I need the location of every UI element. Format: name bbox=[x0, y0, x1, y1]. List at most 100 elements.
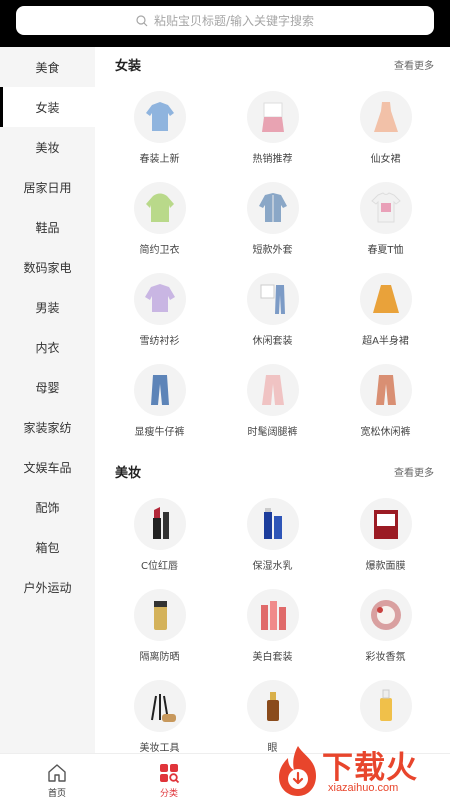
sidebar-item-label: 居家日用 bbox=[23, 180, 72, 195]
subcategory-label: 仙女裙 bbox=[370, 154, 401, 165]
tab-category-label: 分类 bbox=[159, 789, 178, 799]
category-section: 女装 查看更多 春装上新 热销推荐 仙女裙 简约卫衣 短款外套 春夏T恤 雪纺衬… bbox=[95, 47, 450, 446]
search-icon bbox=[136, 14, 148, 26]
sidebar-item[interactable]: 数码家电 bbox=[0, 247, 95, 287]
sidebar-item[interactable]: 文娱车品 bbox=[0, 447, 95, 487]
tshirt-icon bbox=[359, 182, 412, 234]
sidebar-item[interactable]: 家装家纺 bbox=[0, 407, 95, 447]
section-header: 美妆 查看更多 bbox=[95, 454, 450, 489]
sidebar-item[interactable]: 鞋品 bbox=[0, 207, 95, 247]
subcategory-item[interactable]: 超A半身裙 bbox=[329, 264, 442, 355]
sidebar-item-label: 母婴 bbox=[35, 380, 60, 395]
blouse-icon bbox=[133, 91, 186, 143]
sidebar-item[interactable]: 箱包 bbox=[0, 527, 95, 567]
palette-icon bbox=[359, 589, 412, 641]
subcategory-item[interactable]: 显瘦牛仔裤 bbox=[103, 355, 216, 446]
sidebar-item-label: 配饰 bbox=[35, 500, 60, 515]
sidebar-item-label: 鞋品 bbox=[35, 220, 60, 235]
sidebar-item-label: 户外运动 bbox=[23, 580, 72, 595]
chiffon-shirt-icon bbox=[133, 273, 186, 325]
wide-pants-icon bbox=[246, 364, 299, 416]
subcategory-item[interactable]: 休闲套装 bbox=[216, 264, 329, 355]
subcategory-label: 美白套装 bbox=[252, 652, 293, 663]
lotion-icon bbox=[246, 498, 299, 550]
subcategory-item[interactable]: 热销推荐 bbox=[216, 82, 329, 173]
sidebar-item[interactable]: 户外运动 bbox=[0, 567, 95, 607]
sidebar-item[interactable]: 配饰 bbox=[0, 487, 95, 527]
subcategory-label: 雪纺衬衫 bbox=[139, 336, 180, 347]
face-mask-icon bbox=[359, 498, 412, 550]
sidebar-item-label: 文娱车品 bbox=[23, 460, 72, 475]
tab-category[interactable]: 分类 bbox=[139, 754, 199, 800]
tab-home[interactable]: 首页 bbox=[27, 754, 87, 800]
subcategory-label: 热销推荐 bbox=[252, 154, 293, 165]
subcategory-item[interactable]: 春装上新 bbox=[103, 82, 216, 173]
subcategory-item[interactable]: 仙女裙 bbox=[329, 82, 442, 173]
subcategory-item[interactable]: 美妆工具 bbox=[103, 671, 216, 753]
subcategory-label: 简约卫衣 bbox=[139, 245, 180, 256]
subcategory-label: 春装上新 bbox=[139, 154, 180, 165]
subcategory-item[interactable]: 爆款面膜 bbox=[329, 489, 442, 580]
subcategory-label: 保湿水乳 bbox=[252, 561, 293, 572]
subcategory-label: C位红唇 bbox=[141, 561, 178, 572]
section-header: 女装 查看更多 bbox=[95, 47, 450, 82]
category-section: 美妆 查看更多 C位红唇 保湿水乳 爆款面膜 隔离防晒 美白套装 彩妆香氛 美妆… bbox=[95, 454, 450, 753]
hoodie-icon bbox=[133, 182, 186, 234]
see-more-link[interactable]: 查看更多 bbox=[394, 464, 434, 479]
section-title: 美妆 bbox=[115, 466, 142, 481]
see-more-link[interactable]: 查看更多 bbox=[394, 57, 434, 72]
sidebar-item-label: 数码家电 bbox=[23, 260, 72, 275]
sidebar-item[interactable]: 女装 bbox=[0, 87, 95, 127]
tab-home-label: 首页 bbox=[47, 789, 66, 799]
subcategory-item[interactable]: 保湿水乳 bbox=[216, 489, 329, 580]
subcategory-label: 时髦阔腿裤 bbox=[247, 427, 298, 438]
subcategory-item[interactable] bbox=[329, 671, 442, 753]
subcategory-item[interactable]: 眼 bbox=[216, 671, 329, 753]
sidebar-item[interactable]: 母婴 bbox=[0, 367, 95, 407]
subcategory-item[interactable]: C位红唇 bbox=[103, 489, 216, 580]
essence-icon bbox=[359, 680, 412, 732]
loose-pants-icon bbox=[359, 364, 412, 416]
sunscreen-icon bbox=[133, 589, 186, 641]
subcategory-label: 爆款面膜 bbox=[365, 561, 406, 572]
subcategory-label: 美妆工具 bbox=[139, 743, 180, 753]
subcategory-item[interactable]: 美白套装 bbox=[216, 580, 329, 671]
jeans-icon bbox=[133, 364, 186, 416]
dress-icon bbox=[359, 91, 412, 143]
subcategory-item[interactable]: 春夏T恤 bbox=[329, 173, 442, 264]
casual-set-icon bbox=[246, 273, 299, 325]
sidebar-item[interactable]: 男装 bbox=[0, 287, 95, 327]
subcategory-item[interactable]: 雪纺衬衫 bbox=[103, 264, 216, 355]
subcategory-label: 显瘦牛仔裤 bbox=[134, 427, 185, 438]
sidebar-item-label: 内衣 bbox=[35, 340, 60, 355]
sidebar-item-label: 美食 bbox=[35, 60, 60, 75]
subcategory-item[interactable]: 宽松休闲裤 bbox=[329, 355, 442, 446]
category-icon bbox=[160, 764, 180, 784]
skirt-icon bbox=[359, 273, 412, 325]
sidebar-item-label: 美妆 bbox=[35, 140, 60, 155]
subcategory-grid: C位红唇 保湿水乳 爆款面膜 隔离防晒 美白套装 彩妆香氛 美妆工具 眼 bbox=[95, 489, 450, 753]
sidebar-item[interactable]: 居家日用 bbox=[0, 167, 95, 207]
subcategory-item[interactable]: 短款外套 bbox=[216, 173, 329, 264]
subcategory-item[interactable]: 隔离防晒 bbox=[103, 580, 216, 671]
sidebar-item[interactable]: 内衣 bbox=[0, 327, 95, 367]
top-bar: 粘贴宝贝标题/输入关键字搜索 bbox=[0, 0, 450, 47]
section-title: 女装 bbox=[115, 59, 142, 74]
sidebar-item[interactable]: 美妆 bbox=[0, 127, 95, 167]
sidebar-item-label: 箱包 bbox=[35, 540, 60, 555]
subcategory-label: 春夏T恤 bbox=[367, 245, 404, 256]
subcategory-item[interactable]: 时髦阔腿裤 bbox=[216, 355, 329, 446]
subcategory-item[interactable]: 彩妆香氛 bbox=[329, 580, 442, 671]
subcategory-label: 隔离防晒 bbox=[139, 652, 180, 663]
subcategory-item[interactable]: 简约卫衣 bbox=[103, 173, 216, 264]
denim-jacket-icon bbox=[246, 182, 299, 234]
subcategory-label: 超A半身裙 bbox=[362, 336, 409, 347]
watermark-text: 下载火 bbox=[322, 750, 418, 786]
eye-serum-icon bbox=[246, 680, 299, 732]
category-content: 女装 查看更多 春装上新 热销推荐 仙女裙 简约卫衣 短款外套 春夏T恤 雪纺衬… bbox=[95, 47, 450, 753]
watermark-logo: 下载火 xiazaihuo.com bbox=[270, 742, 450, 800]
subcategory-label: 休闲套装 bbox=[252, 336, 293, 347]
outfit-icon bbox=[246, 91, 299, 143]
search-input[interactable]: 粘贴宝贝标题/输入关键字搜索 bbox=[16, 6, 434, 35]
sidebar-item[interactable]: 美食 bbox=[0, 47, 95, 87]
